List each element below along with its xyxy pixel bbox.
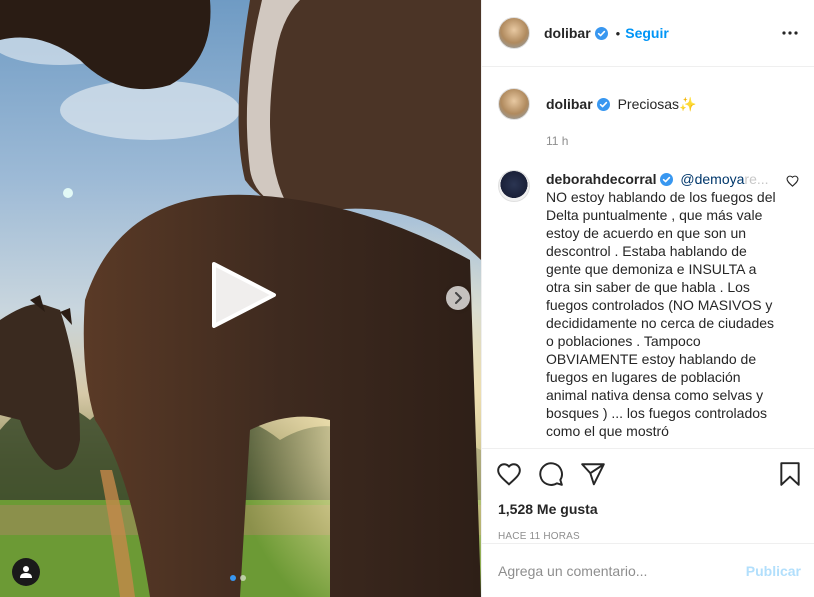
more-options-icon[interactable] [782,31,798,35]
verified-badge-icon [594,26,608,40]
verified-badge-icon [596,98,610,111]
caption-timestamp[interactable]: 11 h [546,134,799,148]
comment: deborahdecorral @demoyare... NO estoy ha… [498,170,799,440]
comment-input[interactable] [498,562,746,579]
follow-button[interactable]: Seguir [625,25,669,41]
user-tag-icon [20,566,32,578]
heart-icon[interactable] [496,462,522,486]
commenter-avatar[interactable] [498,170,530,202]
comment-icon[interactable] [538,461,564,487]
post-details-panel: dolibar • Seguir dolibar Preciosas✨ 11 h [481,0,814,597]
caption-avatar[interactable] [498,88,530,120]
add-comment-bar: Publicar [482,543,814,597]
post-actions: 1,528 Me gusta HACE 11 HORAS [482,448,814,542]
carousel-indicator [230,575,246,581]
publish-button[interactable]: Publicar [746,563,801,579]
commenter-username[interactable]: deborahdecorral [546,171,656,187]
mention-link[interactable]: @demoya [680,171,744,187]
sparkles-emoji: ✨ [679,96,697,112]
bookmark-icon[interactable] [779,461,801,487]
caption: dolibar Preciosas✨ [498,88,799,120]
mention-overflow: re... [744,171,769,187]
comment-like-icon[interactable] [786,175,799,187]
likes-count[interactable]: 1,528 Me gusta [498,501,801,517]
author-username[interactable]: dolibar [544,25,591,41]
comments-list[interactable]: dolibar Preciosas✨ 11 h deborahdecorral … [482,68,814,449]
tagged-users-button[interactable] [12,558,40,586]
share-icon[interactable] [580,462,606,486]
carousel-dot-active [230,575,236,581]
comment-text: NO estoy hablando de los fuegos del Delt… [546,189,776,439]
play-button[interactable] [208,262,278,328]
carousel-dot [240,575,246,581]
post-timestamp[interactable]: HACE 11 HORAS [498,531,801,542]
next-media-button[interactable] [446,286,470,310]
post-header: dolibar • Seguir [482,0,814,67]
author-avatar[interactable] [498,17,530,49]
separator-dot: • [615,25,621,41]
chevron-right-icon [455,292,462,304]
caption-username[interactable]: dolibar [546,96,593,112]
caption-text: Preciosas [617,96,680,112]
verified-badge-icon [660,173,674,186]
play-icon [212,262,276,328]
post-media[interactable] [0,0,481,597]
